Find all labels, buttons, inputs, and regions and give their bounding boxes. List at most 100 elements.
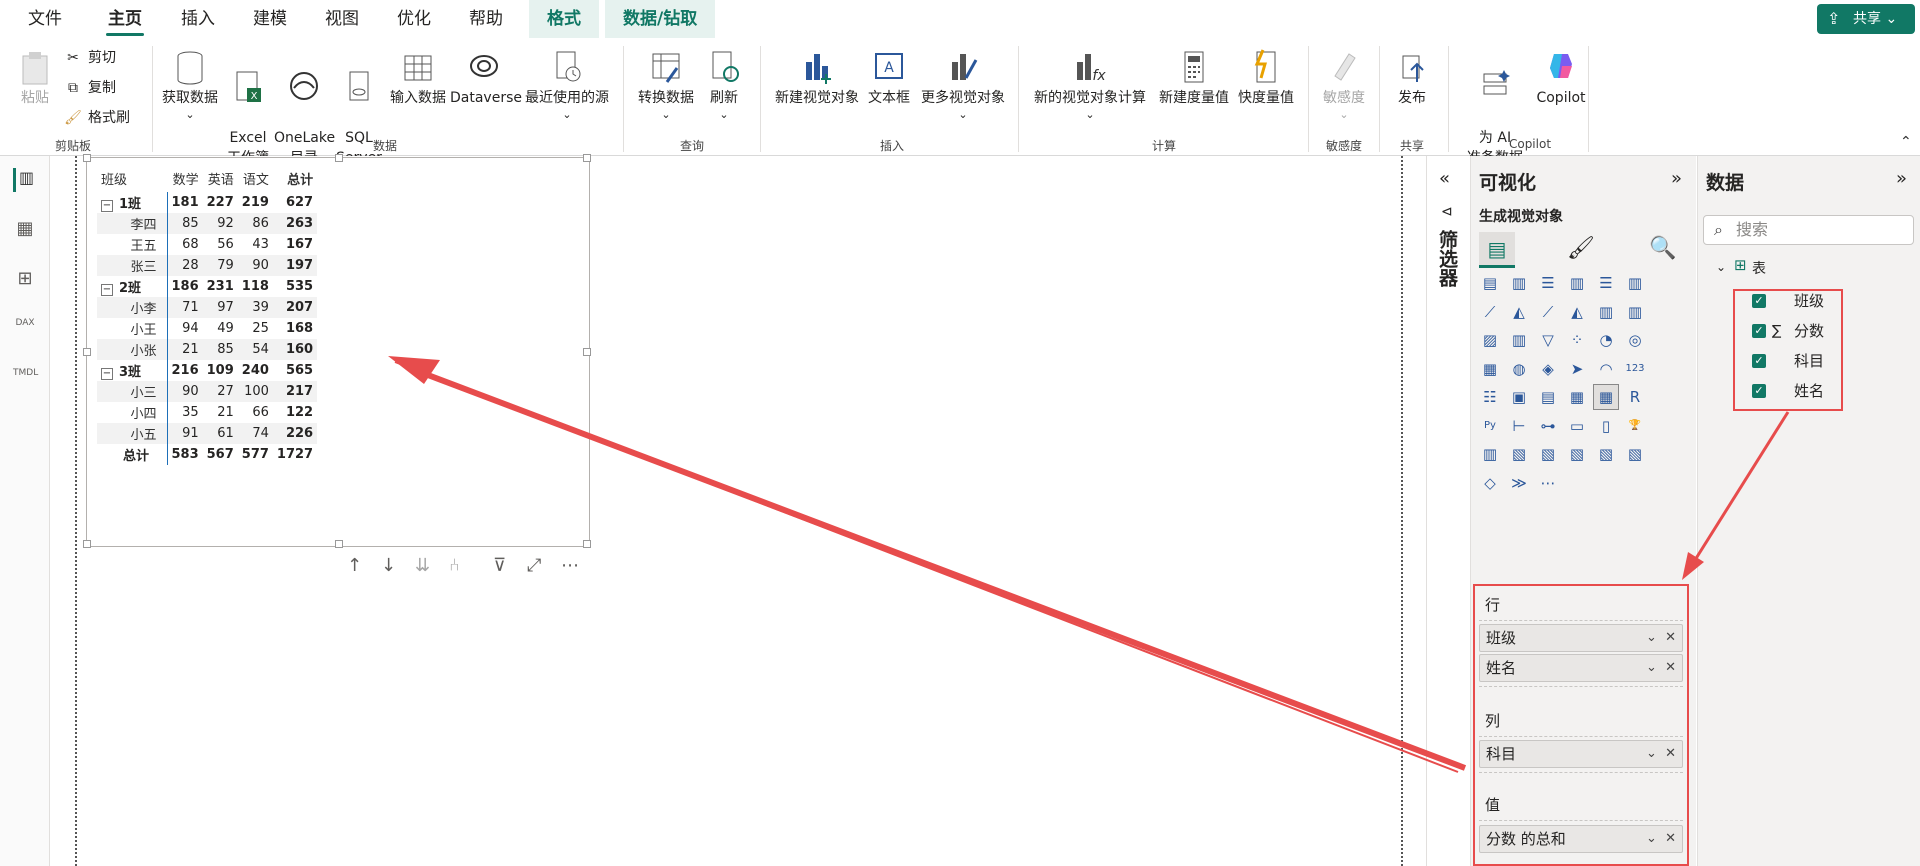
table-view-icon[interactable]: ▦ — [13, 218, 37, 242]
field-controls[interactable]: ⌄ ✕ — [1646, 625, 1676, 651]
row-label[interactable]: 小四 — [97, 402, 167, 423]
area-chart-icon[interactable]: ◭ — [1506, 299, 1532, 325]
field-controls[interactable]: ⌄ ✕ — [1646, 655, 1676, 681]
pie-chart-icon[interactable]: ◔ — [1593, 327, 1619, 353]
dataverse-button[interactable]: Dataverse — [450, 48, 522, 108]
tab-insert[interactable]: 插入 — [169, 0, 227, 38]
row-label[interactable]: 李四 — [97, 213, 167, 234]
filled-map-icon[interactable]: ◈ — [1535, 356, 1561, 382]
row-label[interactable]: 小李 — [97, 297, 167, 318]
power-automate-icon[interactable]: ▧ — [1622, 441, 1648, 467]
resize-handle[interactable] — [583, 540, 591, 548]
stacked-bar-icon[interactable]: ▤ — [1477, 270, 1503, 296]
card-icon[interactable]: 123 — [1622, 356, 1648, 382]
resize-handle[interactable] — [335, 540, 343, 548]
field-controls[interactable]: ⌄ ✕ — [1646, 826, 1676, 852]
matrix-icon[interactable]: ▦ — [1593, 384, 1619, 410]
row-label[interactable]: 张三 — [97, 255, 167, 276]
matrix-visual[interactable]: 班级 数学 英语 语文 总计 −1班 181 227 219 627 李四 85 92 86 26… — [83, 154, 591, 548]
narrative-icon[interactable]: ▯ — [1593, 413, 1619, 439]
rows-field-name[interactable]: 姓名 ⌄ ✕ — [1479, 654, 1683, 682]
tab-format[interactable]: 格式 — [529, 0, 599, 38]
enter-data-button[interactable]: 输入数据 — [386, 48, 450, 108]
column-header[interactable]: 数学 — [167, 164, 203, 192]
clustered-bar-icon[interactable]: ☰ — [1535, 270, 1561, 296]
multirow-card-icon[interactable]: ☷ — [1477, 384, 1503, 410]
drill-down-icon[interactable]: ↓ — [381, 555, 396, 576]
collapse-ribbon-icon[interactable]: ⌃ — [1900, 134, 1912, 150]
format-visual-tab-icon[interactable]: 🖌 — [1567, 236, 1595, 261]
expand-hierarchy-icon[interactable]: ⑃ — [449, 555, 460, 576]
filter-icon[interactable]: ⊽ — [493, 555, 506, 576]
expand-next-level-icon[interactable]: ⇊ — [415, 555, 430, 576]
slicer-icon[interactable]: ▤ — [1535, 384, 1561, 410]
stacked-bar-100-icon[interactable]: ☰ — [1593, 270, 1619, 296]
tmdl-view-icon[interactable]: TMDL — [13, 368, 38, 392]
filters-label[interactable]: 筛选器 — [1436, 230, 1461, 287]
line-column-icon[interactable]: ▥ — [1593, 299, 1619, 325]
expand-icon[interactable]: « — [1439, 168, 1450, 189]
kpi-icon[interactable]: ▣ — [1506, 384, 1532, 410]
resize-handle[interactable] — [583, 348, 591, 356]
treemap-icon[interactable]: ▦ — [1477, 356, 1503, 382]
rows-field-class[interactable]: 班级 ⌄ ✕ — [1479, 624, 1683, 652]
row-label[interactable]: 小张 — [97, 339, 167, 360]
onelake-button[interactable]: OneLake 目录 — [274, 48, 335, 168]
copilot-button[interactable]: Copilot — [1528, 48, 1594, 108]
report-view-icon[interactable]: ▥ — [13, 168, 37, 192]
stacked-column-100-icon[interactable]: ▥ — [1622, 270, 1648, 296]
share-button[interactable]: ⇪ 共享 ⌄ — [1817, 4, 1915, 34]
column-header[interactable]: 英语 — [203, 164, 238, 192]
python-visual-icon[interactable]: Py — [1477, 413, 1503, 439]
refresh-button[interactable]: 刷新 ⌄ — [702, 48, 746, 122]
tab-optimize[interactable]: 优化 — [385, 0, 443, 38]
stacked-area-icon[interactable]: ⟋ — [1535, 299, 1561, 325]
ribbon-chart-icon[interactable]: ▨ — [1477, 327, 1503, 353]
tab-help[interactable]: 帮助 — [457, 0, 515, 38]
group-label[interactable]: −2班 — [97, 276, 167, 297]
row-header[interactable]: 班级 — [97, 164, 167, 192]
dax-query-view-icon[interactable]: DAX — [13, 318, 37, 342]
format-painter-button[interactable]: 🖌 格式刷 — [64, 106, 130, 130]
row-label[interactable]: 王五 — [97, 234, 167, 255]
collapse-icon[interactable]: − — [101, 200, 113, 212]
chevron-down-icon[interactable]: ⌄ — [1716, 260, 1726, 274]
field-controls[interactable]: ⌄ ✕ — [1646, 741, 1676, 767]
more-visuals-icon[interactable]: ⋯ — [1535, 470, 1561, 496]
decomposition-tree-icon[interactable]: ⊶ — [1535, 413, 1561, 439]
publish-button[interactable]: 发布 — [1386, 48, 1438, 108]
power-apps-icon[interactable]: ▧ — [1593, 441, 1619, 467]
columns-field-subject[interactable]: 科目 ⌄ ✕ — [1479, 740, 1683, 768]
line-clustered-icon[interactable]: ▥ — [1622, 299, 1648, 325]
values-field-score-sum[interactable]: 分数 的总和 ⌄ ✕ — [1479, 825, 1683, 853]
funnel-icon[interactable]: ▽ — [1535, 327, 1561, 353]
table-name[interactable]: 表 — [1752, 258, 1766, 278]
textbox-button[interactable]: A 文本框 — [864, 48, 914, 108]
button-slicer-icon[interactable]: ▧ — [1564, 441, 1590, 467]
row-label[interactable]: 小三 — [97, 381, 167, 402]
tab-view[interactable]: 视图 — [313, 0, 371, 38]
r-visual-icon[interactable]: R — [1622, 384, 1648, 410]
more-visuals-button[interactable]: 更多视觉对象 ⌄ — [916, 48, 1010, 122]
drill-up-icon[interactable]: ↑ — [347, 555, 362, 576]
resize-handle[interactable] — [335, 154, 343, 162]
quick-measure-button[interactable]: 快度量值 — [1234, 48, 1298, 108]
group-label[interactable]: −1班 — [97, 192, 167, 213]
new-measure-button[interactable]: 新建度量值 — [1154, 48, 1234, 108]
build-visual-tab-icon[interactable]: ▤ — [1479, 232, 1515, 268]
resize-handle[interactable] — [83, 540, 91, 548]
chevron-icon[interactable]: ≫ — [1506, 470, 1532, 496]
recent-sources-button[interactable]: 最近使用的源 ⌄ — [520, 48, 614, 122]
tab-file[interactable]: 文件 — [16, 0, 74, 38]
paginated-report-icon[interactable]: ▥ — [1477, 441, 1503, 467]
collapse-icon[interactable]: − — [101, 368, 113, 380]
tab-home[interactable]: 主页 — [96, 0, 154, 38]
new-visual-button[interactable]: 新建视觉对象 — [770, 48, 864, 108]
card-new-icon[interactable]: ▧ — [1506, 441, 1532, 467]
column-header[interactable]: 总计 — [273, 164, 317, 192]
focus-mode-icon[interactable]: ⤢ — [527, 555, 541, 576]
qa-icon[interactable]: ▭ — [1564, 413, 1590, 439]
column-header[interactable]: 语文 — [238, 164, 273, 192]
azure-map-icon[interactable]: ➤ — [1564, 356, 1590, 382]
map-icon[interactable]: ◍ — [1506, 356, 1532, 382]
